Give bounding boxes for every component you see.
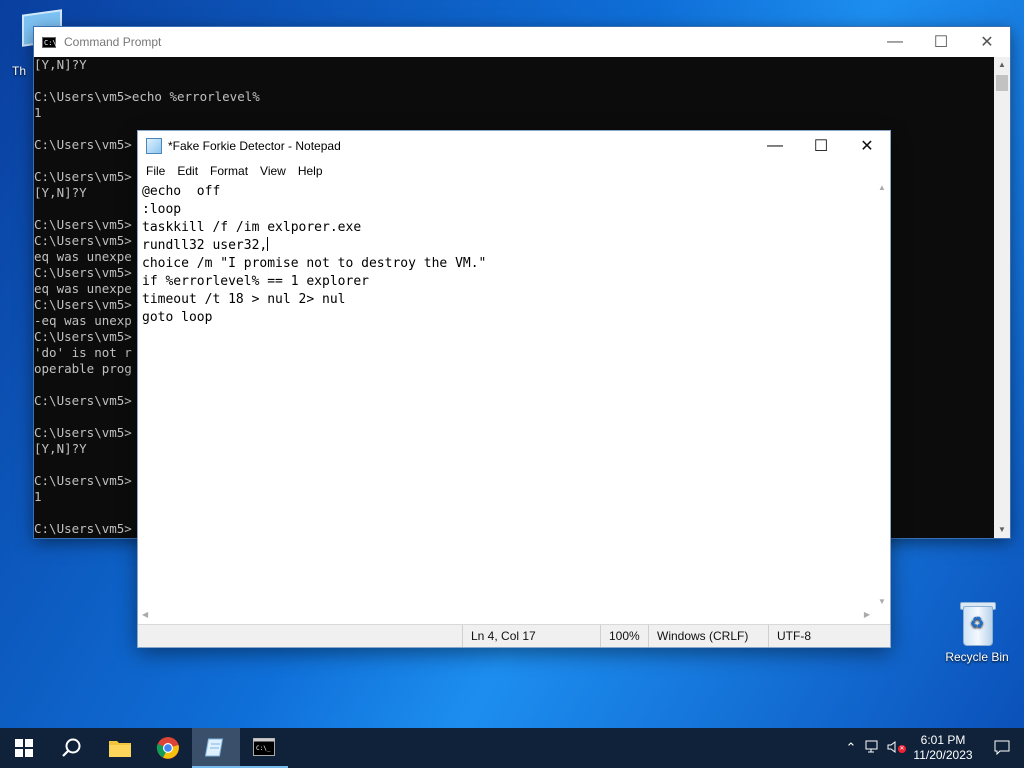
- status-position: Ln 4, Col 17: [462, 625, 601, 647]
- vertical-scrollbar[interactable]: ▲ ▼: [994, 57, 1010, 538]
- clock-date: 11/20/2023: [913, 748, 973, 762]
- search-icon: [62, 738, 81, 757]
- volume-muted-icon[interactable]: ✕: [884, 740, 906, 757]
- folder-icon: [109, 741, 131, 757]
- console-line: [Y,N]?Y: [34, 57, 87, 72]
- start-button[interactable]: [0, 728, 48, 768]
- chevron-up-icon[interactable]: ⌃: [840, 740, 862, 756]
- system-tray: ⌃ ✕ 6:01 PM 11/20/2023: [840, 728, 1024, 768]
- status-encoding: UTF-8: [768, 625, 887, 647]
- notepad-title-bar[interactable]: *Fake Forkie Detector - Notepad — ☐ ✕: [138, 131, 890, 161]
- scroll-up-icon[interactable]: ▲: [994, 57, 1010, 73]
- maximize-button[interactable]: ☐: [918, 27, 964, 57]
- notepad-window[interactable]: *Fake Forkie Detector - Notepad — ☐ ✕ Fi…: [138, 131, 890, 647]
- maximize-button[interactable]: ☐: [798, 131, 844, 161]
- scroll-up-icon[interactable]: ▲: [874, 183, 890, 192]
- file-explorer-button[interactable]: [96, 728, 144, 768]
- desktop-icon-recycle-bin[interactable]: ♻ Recycle Bin: [940, 600, 1014, 664]
- editor-line: :loop: [142, 202, 182, 217]
- scroll-down-icon[interactable]: ▼: [994, 522, 1010, 538]
- cmd-title-bar[interactable]: C:\ Command Prompt — ☐ ✕: [34, 27, 1010, 57]
- cmd-taskbar-button[interactable]: C:\_: [240, 728, 288, 768]
- scroll-down-icon[interactable]: ▼: [874, 597, 890, 606]
- console-line: 1: [34, 105, 42, 120]
- notepad-taskbar-button[interactable]: [192, 728, 240, 768]
- chrome-button[interactable]: [144, 728, 192, 768]
- desktop-icon-label: Recycle Bin: [945, 650, 1009, 664]
- horizontal-scrollbar[interactable]: ◀ ▶: [138, 608, 874, 624]
- chrome-icon: [156, 737, 179, 759]
- scrollbar-thumb[interactable]: [996, 75, 1008, 91]
- notepad-window-title: *Fake Forkie Detector - Notepad: [168, 139, 341, 153]
- clock-time: 6:01 PM: [920, 733, 966, 747]
- scroll-left-icon[interactable]: ◀: [142, 610, 148, 619]
- menu-format[interactable]: Format: [204, 164, 254, 178]
- command-prompt-icon: C:\_: [253, 738, 275, 756]
- vertical-scrollbar[interactable]: ▲ ▼: [874, 181, 890, 608]
- editor-line-text: rundll32 user32,: [142, 238, 268, 253]
- scroll-right-icon[interactable]: ▶: [864, 610, 870, 619]
- cmd-window-title: Command Prompt: [64, 35, 162, 49]
- menu-help[interactable]: Help: [292, 164, 329, 178]
- editor-line: taskkill /f /im exlporer.exe: [142, 220, 362, 235]
- console-line: C:\Users\vm5>echo %errorlevel%: [34, 89, 260, 104]
- editor-line-current: rundll32 user32,: [142, 237, 870, 255]
- close-button[interactable]: ✕: [844, 131, 890, 161]
- menu-edit[interactable]: Edit: [171, 164, 204, 178]
- network-icon[interactable]: [862, 740, 884, 757]
- search-button[interactable]: [48, 728, 96, 768]
- clock[interactable]: 6:01 PM 11/20/2023: [906, 733, 980, 763]
- status-zoom: 100%: [600, 625, 651, 647]
- editor-line: goto loop: [142, 310, 213, 325]
- minimize-button[interactable]: —: [752, 131, 798, 161]
- windows-logo-icon: [15, 739, 33, 757]
- status-line-ending: Windows (CRLF): [648, 625, 769, 647]
- svg-text:C:\_: C:\_: [256, 745, 271, 752]
- notepad-app-icon: [146, 138, 162, 154]
- status-bar: Ln 4, Col 17 100% Windows (CRLF) UTF-8: [138, 624, 890, 647]
- editor-line: @echo off: [142, 184, 221, 199]
- cmd-app-icon: C:\: [42, 36, 57, 48]
- close-button[interactable]: ✕: [964, 27, 1010, 57]
- text-caret: [267, 237, 269, 251]
- editor-line: choice /m "I promise not to destroy the …: [142, 256, 487, 271]
- editor-line: timeout /t 18 > nul 2> nul: [142, 292, 346, 307]
- notepad-icon: [205, 738, 224, 757]
- menu-view[interactable]: View: [254, 164, 292, 178]
- text-editor[interactable]: @echo off :loop taskkill /f /im exlporer.e…: [138, 181, 874, 608]
- minimize-button[interactable]: —: [872, 27, 918, 57]
- menu-bar: File Edit Format View Help: [138, 161, 890, 181]
- notification-icon[interactable]: [980, 739, 1024, 758]
- menu-file[interactable]: File: [140, 164, 171, 178]
- editor-line: if %errorlevel% == 1 explorer: [142, 274, 369, 289]
- taskbar: C:\_ ⌃ ✕ 6:01 PM 11/20/2023: [0, 728, 1024, 768]
- recycle-bin-icon: ♻: [957, 600, 997, 646]
